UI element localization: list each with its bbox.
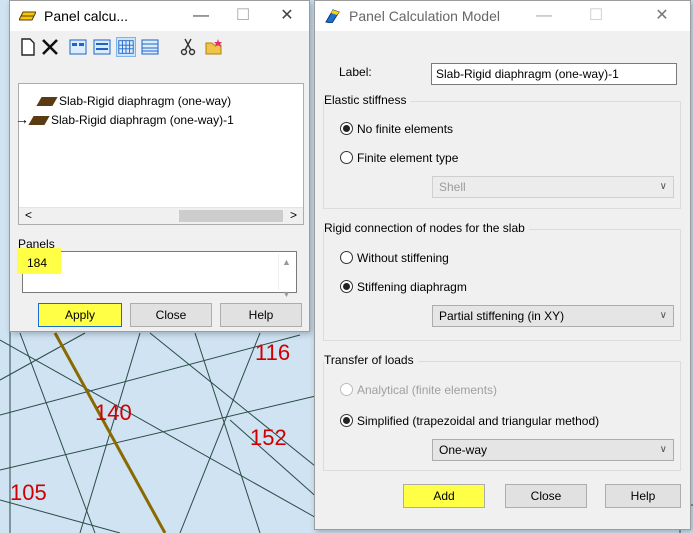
panel-calc-model-window: Panel Calculation Model — ☐ ✕ Label: Sla…: [314, 0, 691, 530]
rigid-connection-group: Rigid connection of nodes for the slab W…: [323, 221, 681, 341]
panel-calc-titlebar[interactable]: Panel calcu... — ☐ ✕: [10, 1, 309, 31]
view-icon-2[interactable]: [92, 37, 112, 57]
panels-field-scrollbar[interactable]: ▲ ▼: [278, 254, 294, 299]
maximize-button[interactable]: ☐: [224, 3, 262, 29]
panel-calc-window: Panel calcu... — ☐ ✕ Slab-Rigid diaphrag…: [9, 0, 310, 332]
close-window-button[interactable]: ✕: [268, 3, 306, 29]
apply-button[interactable]: Apply: [38, 303, 122, 327]
panels-field[interactable]: 184 ▲ ▼: [17, 248, 297, 299]
panel-app-icon: [19, 11, 36, 21]
panels-value: 184: [27, 256, 48, 270]
close-button[interactable]: Close: [130, 303, 212, 327]
delete-icon[interactable]: [40, 37, 60, 57]
radio-label: Stiffening diaphragm: [357, 280, 467, 294]
stiffening-type-select[interactable]: Partial stiffening (in XY) ∨: [432, 305, 674, 327]
add-button[interactable]: Add: [403, 484, 485, 508]
tree-horizontal-scrollbar[interactable]: < >: [19, 207, 303, 224]
close-window-button[interactable]: ✕: [643, 3, 681, 29]
close-button[interactable]: Close: [505, 484, 587, 508]
scroll-left-icon[interactable]: <: [25, 208, 32, 222]
minimize-button[interactable]: —: [182, 3, 220, 29]
view-icon-4[interactable]: [140, 37, 160, 57]
select-value: One-way: [439, 443, 488, 457]
tree-item-slab-rigid[interactable]: Slab-Rigid diaphragm (one-way): [23, 94, 231, 110]
panel-calc-title: Panel calcu...: [44, 8, 129, 24]
radio-label: Analytical (finite elements): [357, 383, 498, 397]
panel-calc-model-title: Panel Calculation Model: [349, 8, 500, 24]
select-value: Partial stiffening (in XY): [439, 309, 565, 323]
node-label-105: 105: [10, 480, 47, 505]
elastic-stiffness-group: Elastic stiffness No finite elements Fin…: [323, 93, 681, 209]
label-input[interactable]: Slab-Rigid diaphragm (one-way)-1: [431, 63, 677, 85]
help-button[interactable]: Help: [605, 484, 681, 508]
finite-element-type-radio[interactable]: Finite element type: [340, 151, 458, 165]
tree-item-label: Slab-Rigid diaphragm (one-way)-1: [51, 113, 234, 127]
help-button[interactable]: Help: [220, 303, 302, 327]
elastic-stiffness-title: Elastic stiffness: [324, 93, 411, 107]
radio-checked-icon: [340, 280, 353, 293]
chevron-down-icon: ∨: [659, 181, 667, 192]
radio-label: Without stiffening: [357, 251, 449, 265]
view-icon-3[interactable]: [116, 37, 136, 57]
radio-checked-icon: [340, 414, 353, 427]
label-caption: Label:: [339, 65, 372, 79]
maximize-button[interactable]: ☐: [577, 3, 615, 29]
select-value: Shell: [439, 180, 466, 194]
transfer-of-loads-title: Transfer of loads: [324, 353, 418, 367]
chevron-down-icon: ∨: [659, 444, 667, 455]
fe-type-select[interactable]: Shell ∨: [432, 176, 674, 198]
transfer-of-loads-group: Transfer of loads Analytical (finite ele…: [323, 353, 681, 471]
node-label-152: 152: [250, 425, 287, 450]
panel-toolbar: [10, 31, 309, 63]
radio-label: Simplified (trapezoidal and triangular m…: [357, 414, 600, 428]
no-finite-elements-radio[interactable]: No finite elements: [340, 122, 453, 136]
stiffening-diaphragm-radio[interactable]: Stiffening diaphragm: [340, 280, 467, 294]
slab-icon: [28, 116, 50, 126]
cut-icon[interactable]: [178, 37, 198, 57]
scroll-right-icon[interactable]: >: [290, 208, 297, 222]
radio-unchecked-icon: [340, 151, 353, 164]
radio-unchecked-icon: [340, 383, 353, 396]
panel-model-tree[interactable]: Slab-Rigid diaphragm (one-way) → Slab-Rig…: [15, 83, 304, 225]
calc-model-icon: [325, 9, 340, 23]
radio-label: Finite element type: [357, 151, 459, 165]
tree-item-label: Slab-Rigid diaphragm (one-way): [59, 94, 232, 108]
scroll-thumb[interactable]: [179, 210, 283, 222]
tree-item-slab-rigid-1[interactable]: → Slab-Rigid diaphragm (one-way)-1: [15, 111, 234, 127]
analytical-radio[interactable]: Analytical (finite elements): [340, 383, 497, 397]
load-method-select[interactable]: One-way ∨: [432, 439, 674, 461]
panel-calc-model-titlebar[interactable]: Panel Calculation Model — ☐ ✕: [315, 1, 690, 31]
node-label-116: 116: [255, 340, 290, 365]
minimize-button[interactable]: —: [525, 3, 563, 29]
radio-checked-icon: [340, 122, 353, 135]
radio-unchecked-icon: [340, 251, 353, 264]
open-folder-icon[interactable]: [204, 37, 224, 57]
without-stiffening-radio[interactable]: Without stiffening: [340, 251, 449, 265]
new-document-icon[interactable]: [18, 37, 38, 57]
radio-label: No finite elements: [357, 122, 454, 136]
rigid-connection-title: Rigid connection of nodes for the slab: [324, 221, 529, 235]
view-icon-1[interactable]: [68, 37, 88, 57]
node-label-140: 140: [95, 400, 132, 425]
chevron-down-icon: ∨: [659, 310, 667, 321]
slab-icon: [36, 97, 58, 107]
simplified-radio[interactable]: Simplified (trapezoidal and triangular m…: [340, 414, 599, 428]
